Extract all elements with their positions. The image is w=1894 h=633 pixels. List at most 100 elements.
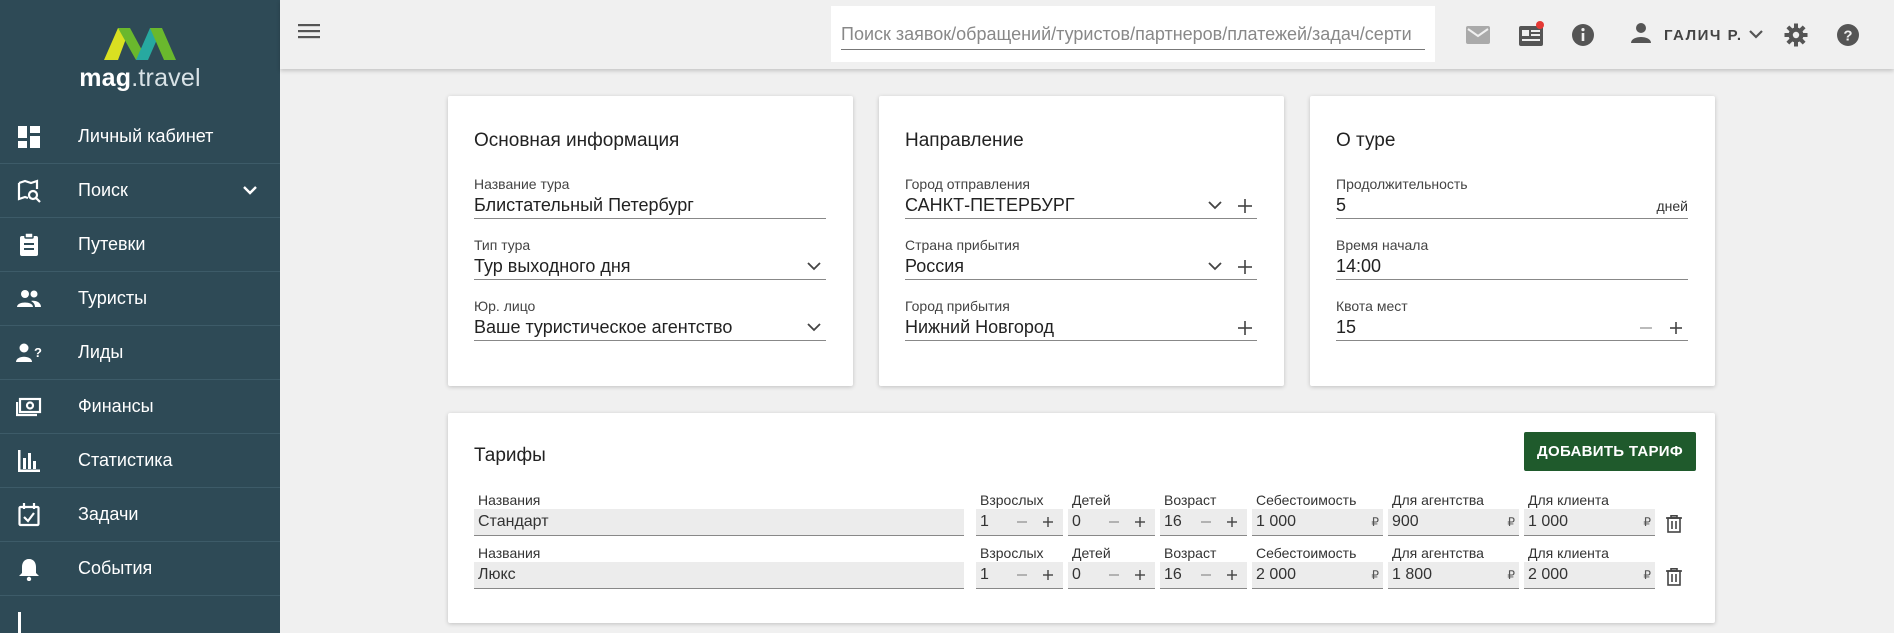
sidebar-item-statistics[interactable]: Статистика <box>0 434 280 488</box>
children-value[interactable]: 0 <box>1072 513 1099 531</box>
tariff-name-field[interactable]: Названия Люкс <box>474 545 964 589</box>
tour-type-value[interactable]: Тур выходного дня <box>474 256 796 277</box>
sidebar-item-label: События <box>78 558 153 578</box>
sidebar-item-more[interactable] <box>0 596 280 633</box>
tour-type-select[interactable]: Тип тура Тур выходного дня <box>474 237 826 280</box>
chevron-down-icon[interactable] <box>242 182 258 200</box>
minus-icon[interactable] <box>1011 564 1033 586</box>
add-tariff-button[interactable]: ДОБАВИТЬ ТАРИФ <box>1524 432 1696 471</box>
duration-field[interactable]: Продолжительность 5 дней <box>1336 176 1688 219</box>
column-label: Детей <box>1072 545 1111 561</box>
column-label: Для клиента <box>1528 545 1609 561</box>
sidebar-item-label: Финансы <box>78 396 154 416</box>
chevron-down-icon[interactable] <box>1203 255 1227 279</box>
minus-icon[interactable] <box>1103 511 1125 533</box>
news-icon[interactable] <box>1517 21 1545 49</box>
children-value[interactable]: 0 <box>1072 566 1099 584</box>
sidebar-item-finance[interactable]: Финансы <box>0 380 280 434</box>
user-menu[interactable]: ГАЛИЧ Р. <box>1630 20 1763 50</box>
column-label: Себестоимость <box>1256 545 1357 561</box>
tour-name-field[interactable]: Название тура Блистательный Петербург <box>474 176 826 219</box>
departure-city-value[interactable]: САНКТ-ПЕТЕРБУРГ <box>905 195 1197 216</box>
client-price-value[interactable]: 1 000 <box>1528 513 1643 531</box>
minus-icon[interactable] <box>1634 316 1658 340</box>
info-icon[interactable] <box>1569 21 1597 49</box>
cost-field[interactable]: Себестоимость 2 000 ₽ <box>1252 545 1383 589</box>
sidebar-item-vouchers[interactable]: Путевки <box>0 218 280 272</box>
mail-icon[interactable] <box>1464 21 1492 49</box>
agency-price-field[interactable]: Для агентства 1 800 ₽ <box>1388 545 1519 589</box>
start-time-field[interactable]: Время начала 14:00 <box>1336 237 1688 280</box>
add-icon[interactable] <box>1233 255 1257 279</box>
duration-value[interactable]: 5 <box>1336 195 1656 216</box>
adults-value[interactable]: 1 <box>980 513 1007 531</box>
card-title: О туре <box>1336 130 1396 151</box>
adults-stepper[interactable]: Взрослых 1 <box>976 545 1063 589</box>
age-value[interactable]: 16 <box>1164 513 1191 531</box>
add-icon[interactable] <box>1233 316 1257 340</box>
client-price-field[interactable]: Для клиента 2 000 ₽ <box>1524 545 1655 589</box>
agency-price-field[interactable]: Для агентства 900 ₽ <box>1388 492 1519 536</box>
quota-stepper[interactable]: Квота мест 15 <box>1336 298 1688 341</box>
clipboard-icon <box>16 232 42 258</box>
cost-value[interactable]: 2 000 <box>1256 566 1371 584</box>
chevron-down-icon[interactable] <box>1203 194 1227 218</box>
sidebar-item-events[interactable]: События <box>0 542 280 596</box>
legal-entity-select[interactable]: Юр. лицо Ваше туристическое агентство <box>474 298 826 341</box>
add-icon[interactable] <box>1233 194 1257 218</box>
arrival-country-value[interactable]: Россия <box>905 256 1197 277</box>
adults-value[interactable]: 1 <box>980 566 1007 584</box>
plus-icon[interactable] <box>1037 564 1059 586</box>
gear-icon[interactable] <box>1782 21 1810 49</box>
help-icon[interactable]: ? <box>1834 21 1862 49</box>
quota-value[interactable]: 15 <box>1336 317 1628 338</box>
sidebar-item-tourists[interactable]: Туристы <box>0 272 280 326</box>
cost-value[interactable]: 1 000 <box>1256 513 1371 531</box>
sidebar-item-tasks[interactable]: Задачи <box>0 488 280 542</box>
tariff-name-value[interactable]: Стандарт <box>478 513 960 531</box>
sidebar-item-label: Статистика <box>78 450 173 470</box>
cost-field[interactable]: Себестоимость 1 000 ₽ <box>1252 492 1383 536</box>
age-value[interactable]: 16 <box>1164 566 1191 584</box>
tariff-name-field[interactable]: Названия Стандарт <box>474 492 964 536</box>
start-time-value[interactable]: 14:00 <box>1336 256 1688 277</box>
ruble-sign: ₽ <box>1643 515 1651 529</box>
plus-icon[interactable] <box>1129 564 1151 586</box>
minus-icon[interactable] <box>1195 564 1217 586</box>
age-stepper[interactable]: Возраст 16 <box>1160 492 1247 536</box>
chevron-down-icon[interactable] <box>802 316 826 340</box>
children-stepper[interactable]: Детей 0 <box>1068 545 1155 589</box>
logo[interactable]: mag.travel <box>0 0 280 110</box>
plus-icon[interactable] <box>1221 564 1243 586</box>
plus-icon[interactable] <box>1129 511 1151 533</box>
client-price-value[interactable]: 2 000 <box>1528 566 1643 584</box>
client-price-field[interactable]: Для клиента 1 000 ₽ <box>1524 492 1655 536</box>
menu-icon[interactable] <box>298 22 324 48</box>
agency-price-value[interactable]: 900 <box>1392 513 1507 531</box>
legal-entity-value[interactable]: Ваше туристическое агентство <box>474 317 796 338</box>
agency-price-value[interactable]: 1 800 <box>1392 566 1507 584</box>
delete-icon[interactable] <box>1663 565 1685 589</box>
delete-icon[interactable] <box>1663 512 1685 536</box>
sidebar-item-search[interactable]: Поиск <box>0 164 280 218</box>
column-label: Детей <box>1072 492 1111 508</box>
arrival-city-select[interactable]: Город прибытия Нижний Новгород <box>905 298 1257 341</box>
minus-icon[interactable] <box>1011 511 1033 533</box>
departure-city-select[interactable]: Город отправления САНКТ-ПЕТЕРБУРГ <box>905 176 1257 219</box>
sidebar-item-dashboard[interactable]: Личный кабинет <box>0 110 280 164</box>
minus-icon[interactable] <box>1195 511 1217 533</box>
sidebar-item-leads[interactable]: ? Лиды <box>0 326 280 380</box>
arrival-country-select[interactable]: Страна прибытия Россия <box>905 237 1257 280</box>
plus-icon[interactable] <box>1664 316 1688 340</box>
plus-icon[interactable] <box>1037 511 1059 533</box>
adults-stepper[interactable]: Взрослых 1 <box>976 492 1063 536</box>
chevron-down-icon[interactable] <box>802 255 826 279</box>
arrival-city-value[interactable]: Нижний Новгород <box>905 317 1227 338</box>
search-input[interactable] <box>841 20 1425 50</box>
minus-icon[interactable] <box>1103 564 1125 586</box>
tour-name-value[interactable]: Блистательный Петербург <box>474 195 826 216</box>
children-stepper[interactable]: Детей 0 <box>1068 492 1155 536</box>
age-stepper[interactable]: Возраст 16 <box>1160 545 1247 589</box>
tariff-name-value[interactable]: Люкс <box>478 566 960 584</box>
plus-icon[interactable] <box>1221 511 1243 533</box>
